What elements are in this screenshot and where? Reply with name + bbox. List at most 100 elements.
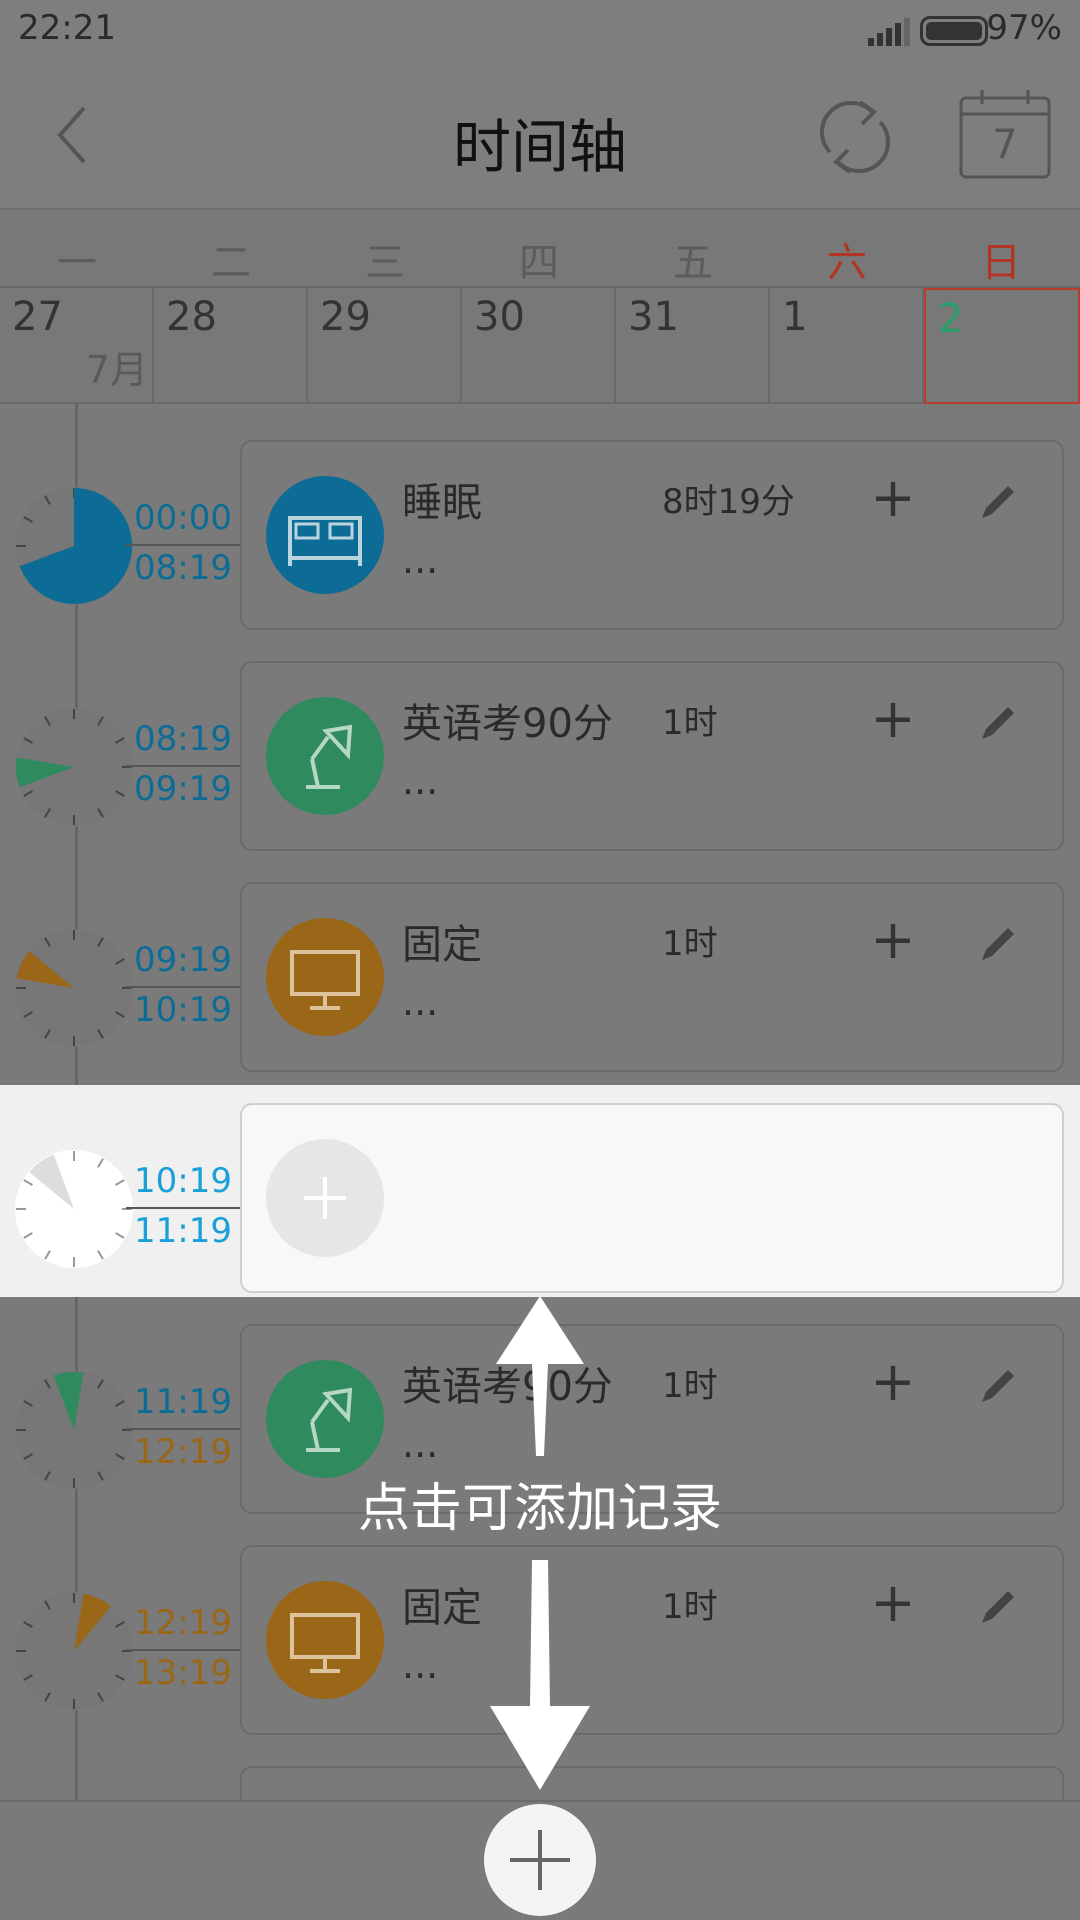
activity-note: ... — [402, 1643, 439, 1687]
desk-lamp-icon — [266, 697, 384, 815]
time-divider — [126, 1428, 240, 1430]
add-sub-record-button[interactable]: + — [868, 910, 918, 970]
clock-icon — [14, 707, 134, 827]
activity-name: 固定 — [402, 922, 482, 968]
date-number: 2 — [938, 296, 964, 342]
timeline-row: 00:00 08:19 睡眠 8时19分 ... + — [0, 440, 1080, 661]
activity-card[interactable]: 睡眠 8时19分 ... + — [240, 440, 1064, 630]
plus-icon — [266, 1139, 384, 1257]
time-divider — [126, 1649, 240, 1651]
date-row: 27 7月 28 29 30 31 1 2 — [0, 286, 1080, 404]
clock-icon — [14, 486, 134, 606]
weekday-row: 一 二 三 四 五 六 日 — [0, 212, 1080, 286]
add-record-button[interactable] — [484, 1804, 596, 1916]
status-bar: 22:21 97% — [0, 0, 1080, 64]
edit-button[interactable] — [976, 480, 1020, 524]
start-time: 10:19 — [134, 1161, 232, 1201]
date-cell[interactable]: 29 — [308, 288, 462, 404]
bed-icon — [266, 476, 384, 594]
arrow-up-icon — [496, 1296, 584, 1456]
date-cell[interactable]: 30 — [462, 288, 616, 404]
weekday-wed: 三 — [365, 240, 405, 286]
activity-note: ... — [402, 538, 439, 582]
pencil-icon — [982, 1591, 1014, 1623]
status-time: 22:21 — [18, 8, 116, 48]
refresh-icon — [820, 100, 890, 174]
timeline-row: 08:19 09:19 英语考90分 1时 ... + — [0, 661, 1080, 882]
edit-button[interactable] — [976, 1364, 1020, 1408]
calendar-day: 7 — [992, 122, 1018, 168]
activity-duration: 8时19分 — [662, 482, 795, 522]
end-time: 08:19 — [134, 548, 232, 588]
add-sub-record-button[interactable]: + — [868, 1573, 918, 1633]
edit-button[interactable] — [976, 701, 1020, 745]
start-time: 00:00 — [134, 498, 232, 538]
date-number: 30 — [474, 294, 525, 340]
end-time: 09:19 — [134, 769, 232, 809]
date-number: 29 — [320, 294, 371, 340]
clock-icon — [14, 1149, 134, 1269]
activity-note: ... — [402, 1422, 439, 1466]
timeline-row: 09:19 10:19 固定 1时 ... + — [0, 882, 1080, 1103]
date-cell[interactable]: 1 — [770, 288, 924, 404]
month-label: 7月 — [85, 348, 148, 392]
end-time: 11:19 — [134, 1211, 232, 1251]
weekday-thu: 四 — [519, 240, 559, 286]
refresh-button[interactable] — [812, 94, 898, 180]
signal-icon — [868, 18, 910, 46]
clock-icon — [14, 928, 134, 1048]
date-cell[interactable]: 28 — [154, 288, 308, 404]
date-cell[interactable]: 27 7月 — [0, 288, 154, 404]
calendar-button[interactable]: 7 — [958, 88, 1052, 180]
weekday-sat: 六 — [827, 240, 867, 286]
activity-name: 睡眠 — [402, 480, 482, 526]
add-sub-record-button[interactable]: + — [868, 689, 918, 749]
add-sub-record-button[interactable]: + — [868, 1352, 918, 1412]
time-divider — [126, 986, 240, 988]
date-number: 27 — [12, 294, 63, 340]
start-time: 12:19 — [134, 1603, 232, 1643]
time-divider — [126, 765, 240, 767]
clock-icon — [14, 1591, 134, 1711]
activity-card[interactable]: 固定 1时 ... + — [240, 1545, 1064, 1735]
desk-lamp-icon — [266, 1360, 384, 1478]
activity-duration: 1时 — [662, 1366, 718, 1406]
date-cell-selected[interactable]: 2 — [924, 288, 1080, 404]
edit-button[interactable] — [976, 1585, 1020, 1629]
date-number: 28 — [166, 294, 217, 340]
weekday-tue: 二 — [211, 240, 251, 286]
pencil-icon — [982, 1370, 1014, 1402]
battery-icon — [920, 16, 988, 46]
pencil-icon — [982, 928, 1014, 960]
edit-button[interactable] — [976, 922, 1020, 966]
add-sub-record-button[interactable]: + — [868, 468, 918, 528]
weekday-mon: 一 — [57, 240, 97, 286]
battery-percent: 97% — [986, 8, 1062, 48]
activity-card[interactable]: 固定 1时 ... + — [240, 882, 1064, 1072]
timeline-row-empty[interactable]: 10:19 11:19 — [0, 1085, 1080, 1297]
activity-card[interactable] — [240, 1103, 1064, 1293]
page-title: 时间轴 — [452, 113, 627, 181]
date-number: 1 — [782, 294, 808, 340]
activity-duration: 1时 — [662, 703, 718, 743]
end-time: 13:19 — [134, 1653, 232, 1693]
date-number: 31 — [628, 294, 679, 340]
plus-icon — [510, 1830, 570, 1890]
activity-card[interactable]: 英语考90分 1时 ... + — [240, 661, 1064, 851]
weekday-sun: 日 — [981, 240, 1021, 286]
weekday-fri: 五 — [673, 240, 713, 286]
activity-duration: 1时 — [662, 1587, 718, 1627]
header-bar: 时间轴 7 — [0, 64, 1080, 210]
monitor-icon — [266, 918, 384, 1036]
pencil-icon — [982, 707, 1014, 739]
activity-name: 固定 — [402, 1585, 482, 1631]
activity-name: 英语考90分 — [402, 701, 613, 747]
time-divider — [126, 1207, 240, 1209]
start-time: 11:19 — [134, 1382, 232, 1422]
date-cell[interactable]: 31 — [616, 288, 770, 404]
activity-note: ... — [402, 759, 439, 803]
activity-note: ... — [402, 980, 439, 1024]
hint-text: 点击可添加记录 — [357, 1479, 722, 1539]
pencil-icon — [982, 486, 1014, 518]
start-time: 08:19 — [134, 719, 232, 759]
